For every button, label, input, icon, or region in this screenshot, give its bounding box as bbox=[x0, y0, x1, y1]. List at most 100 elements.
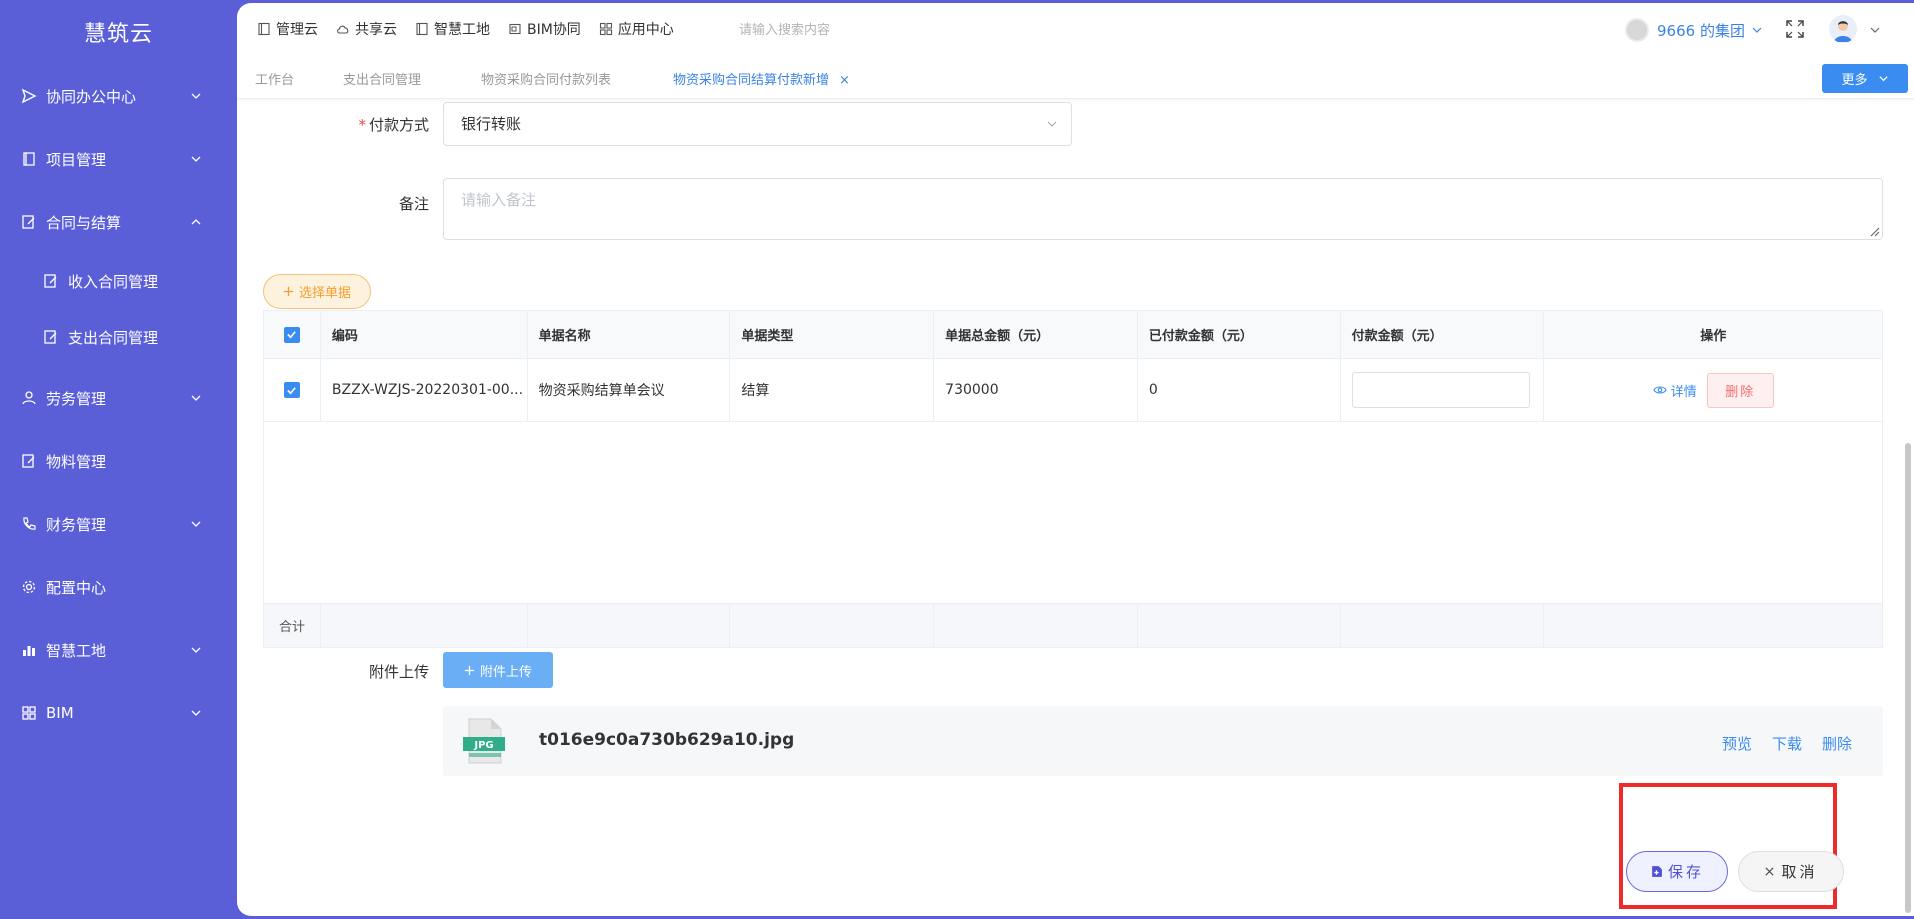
chevron-down-icon bbox=[191, 521, 201, 527]
sidebar-item-label: 收入合同管理 bbox=[68, 272, 159, 291]
table-summary-row: 合计 bbox=[264, 604, 1882, 647]
check-icon bbox=[287, 331, 297, 339]
org-switcher[interactable]: 9666 的集团 bbox=[1625, 18, 1763, 42]
save-label: 保存 bbox=[1667, 863, 1704, 881]
sidebar-item-label: 协同办公中心 bbox=[46, 87, 137, 106]
plus-icon bbox=[464, 665, 475, 675]
choose-document-label: 选择单据 bbox=[298, 286, 351, 301]
topnav-shared-cloud[interactable]: 共享云 bbox=[336, 19, 397, 39]
row-checkbox[interactable] bbox=[283, 382, 300, 398]
tab-label: 物资采购合同结算付款新增 bbox=[673, 73, 830, 88]
edit-doc-icon bbox=[20, 452, 38, 470]
sidebar-item-labor[interactable]: 劳务管理 bbox=[0, 378, 237, 418]
sidebar-item-label: BIM bbox=[46, 704, 74, 722]
file-preview-link[interactable]: 预览 bbox=[1722, 733, 1752, 754]
sidebar-item-label: 项目管理 bbox=[46, 150, 107, 169]
sidebar-item-label: 支出合同管理 bbox=[68, 328, 159, 347]
topnav-bim-collab[interactable]: BIM协同 bbox=[508, 19, 581, 39]
sidebar-item-project[interactable]: 项目管理 bbox=[0, 139, 237, 179]
sidebar-item-material[interactable]: 物料管理 bbox=[0, 441, 237, 481]
check-icon bbox=[287, 386, 297, 394]
edit-doc-icon bbox=[42, 328, 60, 346]
fullscreen-icon[interactable] bbox=[1785, 19, 1805, 39]
attachment-upload-button[interactable]: 附件上传 bbox=[443, 652, 553, 688]
payment-method-select[interactable]: 银行转账 bbox=[443, 102, 1072, 146]
summary-cell bbox=[934, 604, 1138, 647]
edit-doc-icon bbox=[20, 213, 38, 231]
chevron-down-icon[interactable] bbox=[1869, 24, 1881, 36]
attachment-label: 附件上传 bbox=[368, 663, 429, 681]
cell-paid: 0 bbox=[1138, 359, 1341, 421]
sidebar-item-label: 合同与结算 bbox=[46, 213, 122, 232]
cell-actions: 详情 删除 bbox=[1544, 359, 1882, 421]
topnav-smart-site[interactable]: 智慧工地 bbox=[415, 19, 490, 39]
summary-cell bbox=[528, 604, 731, 647]
topnav-label: 智慧工地 bbox=[434, 22, 490, 38]
column-header: 单据名称 bbox=[528, 311, 731, 358]
resize-grip-icon[interactable] bbox=[1868, 225, 1880, 237]
file-delete-link[interactable]: 删除 bbox=[1822, 733, 1852, 754]
org-name: 9666 的集团 bbox=[1657, 21, 1745, 40]
gear-icon bbox=[20, 578, 38, 596]
column-header: 付款金额（元） bbox=[1341, 311, 1545, 358]
topnav-label: 共享云 bbox=[355, 22, 397, 38]
topnav-app-center[interactable]: 应用中心 bbox=[599, 19, 674, 39]
close-icon[interactable]: × bbox=[839, 73, 850, 88]
payment-amount-input[interactable] bbox=[1351, 372, 1530, 408]
sidebar-item-collab-office[interactable]: 协同办公中心 bbox=[0, 76, 237, 116]
sidebar-item-label: 财务管理 bbox=[46, 515, 107, 534]
detail-link[interactable]: 详情 bbox=[1653, 381, 1697, 400]
sidebar-item-contract-settlement[interactable]: 合同与结算 bbox=[0, 202, 237, 242]
save-button[interactable]: 保存 bbox=[1626, 851, 1728, 892]
summary-cell bbox=[1544, 604, 1882, 647]
grid-icon bbox=[20, 704, 38, 722]
topnav-label: BIM协同 bbox=[527, 22, 581, 38]
file-download-link[interactable]: 下载 bbox=[1772, 733, 1802, 754]
cell-type: 结算 bbox=[730, 359, 935, 421]
search-input[interactable] bbox=[739, 17, 999, 41]
doc-icon bbox=[416, 22, 428, 36]
sidebar-item-bim[interactable]: BIM bbox=[0, 693, 237, 733]
edit-doc-icon bbox=[42, 272, 60, 290]
sidebar-item-expense-contract[interactable]: 支出合同管理 bbox=[0, 317, 237, 357]
user-avatar-icon bbox=[1834, 21, 1852, 42]
table-header: 编码 单据名称 单据类型 单据总金额（元） 已付款金额（元） 付款金额（元） 操… bbox=[264, 311, 1882, 359]
tab-expense-contract[interactable]: 支出合同管理 bbox=[343, 69, 421, 88]
scrollbar-thumb[interactable] bbox=[1905, 443, 1911, 913]
org-logo-icon bbox=[1625, 18, 1649, 42]
row-delete-button[interactable]: 删除 bbox=[1706, 372, 1774, 408]
select-all-checkbox[interactable] bbox=[283, 326, 300, 343]
plus-icon bbox=[283, 286, 294, 297]
sidebar-item-label: 劳务管理 bbox=[46, 389, 107, 408]
remark-textarea[interactable] bbox=[443, 178, 1883, 240]
jpg-file-icon: JPG bbox=[463, 718, 505, 764]
tab-material-settlement-new[interactable]: 物资采购合同结算付款新增 × bbox=[673, 69, 850, 88]
file-icon bbox=[509, 23, 521, 35]
more-button[interactable]: 更多 bbox=[1822, 64, 1908, 93]
tab-bar: 工作台 支出合同管理 物资采购合同付款列表 物资采购合同结算付款新增 × 更多 bbox=[237, 55, 1914, 99]
sidebar-item-config[interactable]: 配置中心 bbox=[0, 567, 237, 607]
book-icon bbox=[20, 150, 38, 168]
topnav-label: 管理云 bbox=[276, 22, 318, 38]
choose-document-button[interactable]: 选择单据 bbox=[263, 274, 371, 309]
row-select-cell bbox=[264, 359, 321, 421]
chevron-up-icon bbox=[191, 219, 201, 225]
cancel-button[interactable]: 取消 bbox=[1738, 851, 1844, 892]
summary-cell bbox=[321, 604, 528, 647]
column-header: 操作 bbox=[1700, 329, 1727, 344]
cancel-label: 取消 bbox=[1781, 863, 1818, 881]
chevron-down-icon bbox=[191, 395, 201, 401]
tab-material-payment-list[interactable]: 物资采购合同付款列表 bbox=[481, 69, 611, 88]
doc-icon bbox=[258, 22, 270, 36]
topnav-management-cloud[interactable]: 管理云 bbox=[257, 19, 318, 39]
sidebar-item-smart-site[interactable]: 智慧工地 bbox=[0, 630, 237, 670]
more-label: 更多 bbox=[1841, 73, 1868, 88]
sidebar-item-finance[interactable]: 财务管理 bbox=[0, 504, 237, 544]
tab-workbench[interactable]: 工作台 bbox=[255, 69, 294, 88]
avatar[interactable] bbox=[1829, 15, 1857, 43]
eye-icon bbox=[1653, 386, 1667, 394]
summary-cell bbox=[730, 604, 935, 647]
table-empty-area bbox=[264, 422, 1882, 604]
sidebar-item-income-contract[interactable]: 收入合同管理 bbox=[0, 261, 237, 301]
top-nav: 管理云 共享云 智慧工地 BIM协同 应用中心 9666 的集团 bbox=[237, 3, 1914, 55]
